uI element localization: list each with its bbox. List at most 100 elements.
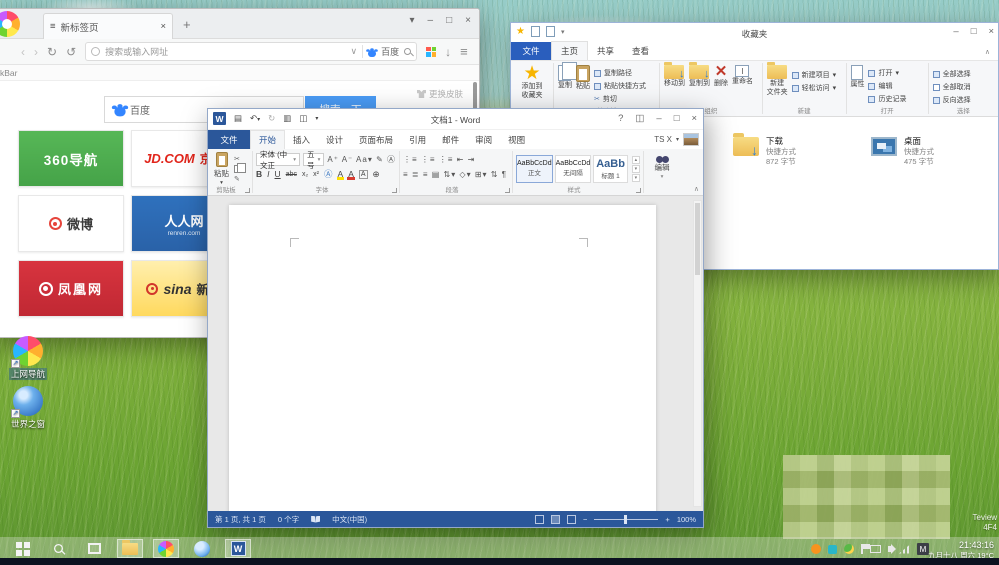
- paste-button[interactable]: 粘贴: [576, 65, 590, 91]
- tab-home[interactable]: 开始: [250, 130, 285, 149]
- word-maximize-button[interactable]: □: [674, 113, 680, 124]
- refresh-button[interactable]: ↻: [47, 45, 57, 59]
- paragraph-row1-icons[interactable]: ⋮≡ ⋮≡ ⋮≡ ⇤ ⇥: [403, 155, 509, 164]
- tray-volume-icon[interactable]: [888, 546, 892, 552]
- change-skin-link[interactable]: 更换皮肤: [417, 88, 463, 100]
- desktop-icon-theworld[interactable]: ↗ 世界之窗: [0, 386, 56, 430]
- download-icon[interactable]: ↓: [445, 45, 451, 59]
- tab-share[interactable]: 共享: [588, 42, 623, 60]
- browser-pin-icon[interactable]: ▾: [410, 15, 415, 26]
- tab-close-icon[interactable]: ×: [160, 21, 166, 32]
- search-engine-label[interactable]: 百度: [381, 45, 399, 58]
- browser-close-button[interactable]: ×: [465, 15, 471, 26]
- text-effects-button[interactable]: Ⓐ: [324, 168, 333, 180]
- tile-360-nav[interactable]: 360导航: [18, 130, 124, 187]
- ribbon-collapse-icon[interactable]: ∧: [985, 48, 990, 56]
- styles-more[interactable]: ▾: [632, 174, 640, 182]
- tab-mailings[interactable]: 邮件: [434, 131, 467, 149]
- taskbar-browser-button[interactable]: [153, 539, 179, 558]
- easy-access-button[interactable]: 轻松访问 ▾: [792, 82, 837, 94]
- font-color-button[interactable]: A: [348, 169, 354, 179]
- styles-dialog-launcher[interactable]: [636, 188, 641, 193]
- read-mode-button[interactable]: [535, 515, 544, 524]
- paragraph-dialog-launcher[interactable]: [505, 188, 510, 193]
- start-button[interactable]: [9, 539, 35, 558]
- select-all-button[interactable]: 全部选择: [933, 68, 971, 80]
- copy-path-button[interactable]: 复制路径: [594, 67, 646, 79]
- browser-logo-icon[interactable]: [0, 11, 20, 37]
- font-row1-icons[interactable]: A⁺ A⁻ Aa▾ ✎ Ⓐ: [327, 154, 396, 165]
- styles-scroll-down[interactable]: ▾: [632, 165, 640, 173]
- new-tab-button[interactable]: +: [183, 17, 191, 32]
- superscript-button[interactable]: x²: [313, 171, 319, 178]
- underline-button[interactable]: U: [275, 169, 281, 179]
- cut-button[interactable]: ✂: [234, 155, 241, 163]
- tile-ifeng[interactable]: 凤凰网: [18, 260, 124, 317]
- tray-display-icon[interactable]: [870, 545, 881, 553]
- format-painter-button[interactable]: ✎: [234, 175, 241, 183]
- font-dialog-launcher[interactable]: [392, 188, 397, 193]
- taskbar-explorer-button[interactable]: [117, 539, 143, 558]
- character-border-button[interactable]: A: [359, 170, 368, 179]
- account-area[interactable]: TS X ▾: [654, 133, 699, 146]
- style-normal[interactable]: AaBbCcDd 正文: [516, 155, 553, 183]
- file-item-desktop[interactable]: 桌面 快捷方式 475 字节: [871, 135, 934, 167]
- tab-home[interactable]: 主页: [551, 41, 588, 60]
- language-indicator[interactable]: 中文(中国): [332, 514, 367, 525]
- bold-button[interactable]: B: [256, 169, 262, 179]
- address-dropdown-icon[interactable]: ∨: [351, 46, 358, 57]
- browser-menu-icon[interactable]: ≡: [460, 44, 468, 59]
- browser-minimize-button[interactable]: –: [428, 15, 434, 26]
- edit-button[interactable]: 编辑: [868, 80, 906, 92]
- move-to-button[interactable]: ↓ 移动到: [664, 65, 685, 88]
- tab-view[interactable]: 视图: [500, 131, 533, 149]
- font-name-select[interactable]: 宋体 (中文正 ▾: [256, 153, 300, 166]
- tray-qq-icon[interactable]: [811, 544, 821, 554]
- word-count[interactable]: 0 个字: [278, 514, 299, 525]
- help-button[interactable]: ?: [618, 113, 623, 124]
- font-size-select[interactable]: 五号 ▾: [303, 153, 324, 166]
- tile-weibo[interactable]: 微博: [18, 195, 124, 252]
- tab-insert[interactable]: 插入: [285, 131, 318, 149]
- properties-button[interactable]: 属性: [850, 65, 864, 89]
- back-button[interactable]: ‹: [21, 45, 25, 59]
- ribbon-display-button[interactable]: ◫: [635, 113, 644, 124]
- add-to-favorites-button[interactable]: ★ 添加到 收藏夹: [522, 65, 543, 100]
- open-button[interactable]: 打开 ▾: [868, 67, 906, 79]
- delete-button[interactable]: ✕ 删除: [714, 65, 728, 88]
- rename-button[interactable]: I 重命名: [732, 65, 753, 86]
- select-none-button[interactable]: 全部取消: [933, 81, 971, 93]
- explorer-maximize-button[interactable]: □: [971, 26, 977, 37]
- tab-layout[interactable]: 页面布局: [351, 131, 401, 149]
- copy-to-button[interactable]: ↓ 复制到: [689, 65, 710, 88]
- zoom-slider[interactable]: [594, 519, 658, 520]
- new-item-button[interactable]: 新建项目 ▾: [792, 69, 837, 81]
- style-no-spacing[interactable]: AaBbCcDd 无间隔: [555, 155, 592, 183]
- tab-view[interactable]: 查看: [623, 42, 658, 60]
- styles-scroll-up[interactable]: ▴: [632, 156, 640, 164]
- taskbar-search-button[interactable]: [45, 539, 71, 558]
- proofing-icon[interactable]: [311, 516, 320, 523]
- tab-design[interactable]: 设计: [318, 131, 351, 149]
- copy-button[interactable]: [234, 165, 241, 173]
- history-button[interactable]: 历史记录: [868, 93, 906, 105]
- new-folder-button[interactable]: 新建 文件夹: [767, 65, 788, 97]
- paragraph-row2-icons[interactable]: ≡ ≣ ≡ ▤ ⇅▾ ◇▾ ⊞▾ ⇅ ¶: [403, 170, 509, 179]
- desktop-icon-browser[interactable]: ↗ 上网导航: [0, 336, 56, 380]
- apps-grid-icon[interactable]: [426, 47, 436, 57]
- enclose-characters-button[interactable]: ⊕: [373, 169, 380, 180]
- browser-maximize-button[interactable]: □: [446, 15, 452, 26]
- tab-file[interactable]: 文件: [208, 130, 250, 149]
- browser-tab-newtab[interactable]: ≡ 新标签页 ×: [43, 13, 173, 39]
- zoom-level[interactable]: 100%: [677, 515, 696, 524]
- explorer-close-button[interactable]: ×: [988, 26, 994, 37]
- scrollbar-thumb[interactable]: [695, 203, 700, 275]
- zoom-out-button[interactable]: −: [583, 515, 587, 524]
- word-minimize-button[interactable]: –: [656, 113, 661, 124]
- document-page[interactable]: [229, 205, 656, 511]
- paste-shortcut-button[interactable]: 粘贴快捷方式: [594, 80, 646, 92]
- paste-button[interactable]: 粘贴 ▾: [211, 151, 232, 187]
- tab-review[interactable]: 审阅: [467, 131, 500, 149]
- tray-security-icon[interactable]: [844, 544, 854, 554]
- tray-messenger-icon[interactable]: [828, 545, 837, 554]
